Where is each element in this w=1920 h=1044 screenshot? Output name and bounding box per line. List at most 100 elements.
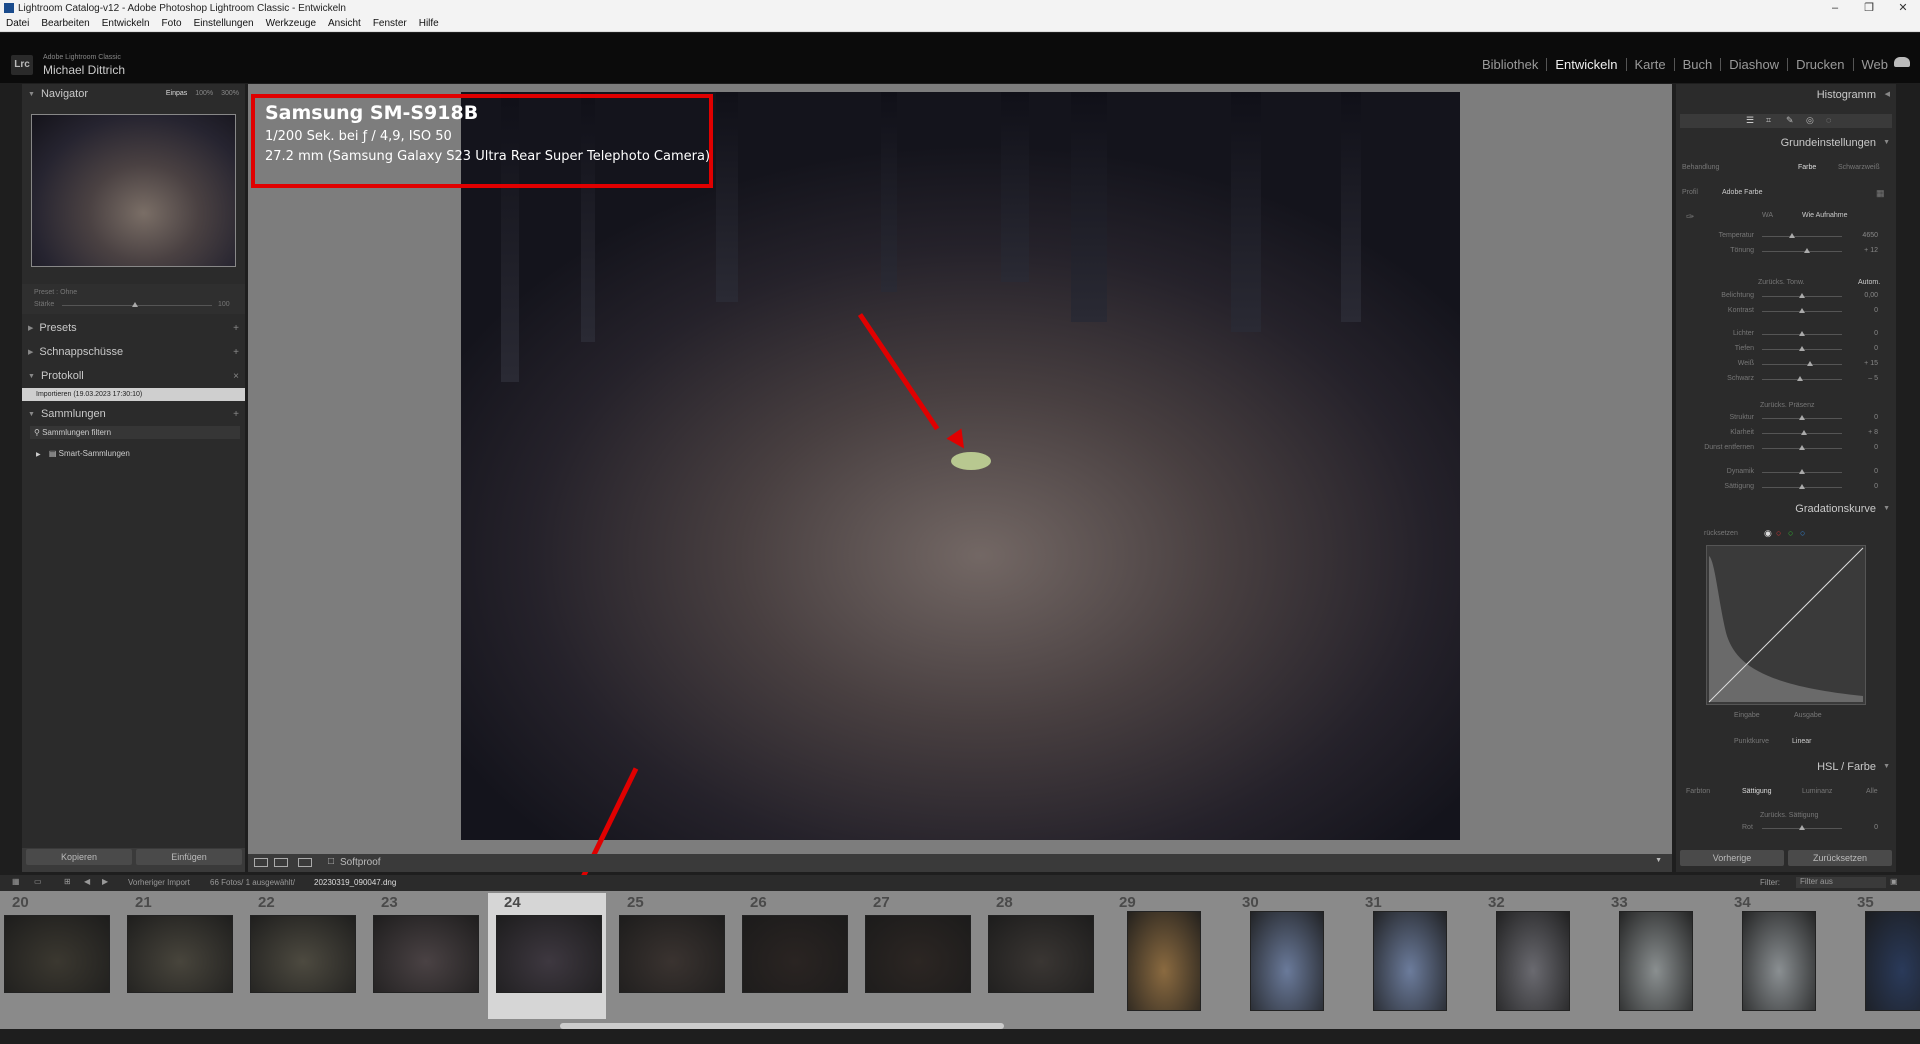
slider-knob[interactable] (1799, 346, 1805, 351)
zoom-300[interactable]: 300% (221, 90, 239, 97)
filter-select[interactable]: Filter aus (1796, 877, 1886, 888)
presence-reset[interactable]: Zurücks. Präsenz (1760, 402, 1814, 409)
filmstrip-thumbnail[interactable] (619, 915, 725, 993)
softproof-checkbox[interactable]: □ (328, 856, 334, 867)
curve-line[interactable] (1708, 547, 1864, 703)
module-bibliothek[interactable]: Bibliothek (1474, 58, 1548, 71)
module-entwickeln[interactable]: Entwickeln (1547, 58, 1627, 71)
module-web[interactable]: Web (1854, 58, 1897, 71)
back-arrow-icon[interactable]: ◀ (84, 877, 90, 886)
hsl-tab-luminance[interactable]: Luminanz (1802, 788, 1832, 795)
reset-button[interactable]: Zurücksetzen (1788, 850, 1892, 866)
module-karte[interactable]: Karte (1627, 58, 1675, 71)
filmstrip-cell[interactable]: 31 (1349, 893, 1467, 1019)
wb-select[interactable]: Wie Aufnahme (1802, 212, 1848, 219)
filmstrip-cell[interactable]: 29 (1103, 893, 1221, 1019)
edit-sliders-icon[interactable]: ☰ (1746, 115, 1754, 126)
filmstrip-cell[interactable]: 22 (242, 893, 360, 1019)
curve-green-icon[interactable]: ○ (1788, 528, 1793, 538)
develop-slider[interactable] (1762, 251, 1842, 252)
history-header[interactable]: ▼ Protokoll × (22, 366, 245, 386)
slider-value[interactable]: 0 (1856, 414, 1878, 421)
collections-header[interactable]: ▼ Sammlungen + (22, 404, 245, 424)
slider-knob[interactable] (1801, 430, 1808, 435)
navigator-header[interactable]: ▼ Navigator Einpas 100% 300% (22, 84, 245, 104)
develop-slider[interactable] (1762, 364, 1842, 365)
filmstrip-source[interactable]: Vorheriger Import (128, 878, 190, 887)
eyedropper-icon[interactable]: ✑ (1686, 212, 1694, 223)
slider-knob[interactable] (1789, 233, 1796, 238)
filmstrip-thumbnail[interactable] (1373, 911, 1447, 1011)
hsl-tab-saturation[interactable]: Sättigung (1742, 788, 1772, 795)
menu-bearbeiten[interactable]: Bearbeiten (35, 18, 95, 29)
slider-knob[interactable] (1799, 445, 1805, 450)
loupe-view-icon[interactable] (254, 858, 268, 867)
grid-icon[interactable]: ⊞ (64, 877, 71, 886)
slider-value[interactable]: + 8 (1856, 429, 1878, 436)
filter-lock-icon[interactable]: ▣ (1890, 877, 1898, 886)
before-after-icon[interactable] (298, 858, 312, 867)
slider-value[interactable]: – 5 (1856, 375, 1878, 382)
pointcurve-select[interactable]: Linear (1792, 738, 1811, 745)
filmstrip-cell[interactable]: 25 (611, 893, 729, 1019)
menu-datei[interactable]: Datei (0, 18, 35, 29)
menu-einstellungen[interactable]: Einstellungen (188, 18, 260, 29)
history-item[interactable]: Importieren (19.03.2023 17:30:10) (22, 388, 245, 401)
filmstrip-cell[interactable]: 34 (1718, 893, 1836, 1019)
module-diashow[interactable]: Diashow (1721, 58, 1789, 71)
slider-knob[interactable] (1796, 376, 1803, 381)
menu-fenster[interactable]: Fenster (367, 18, 413, 29)
maximize-icon[interactable]: ❐ (1852, 0, 1886, 16)
filmstrip-thumbnail[interactable] (1619, 911, 1693, 1011)
tone-reset[interactable]: Zurücks. Tonw. (1758, 279, 1805, 286)
treatment-color[interactable]: Farbe (1798, 164, 1816, 171)
filmstrip-thumbnail[interactable] (742, 915, 848, 993)
menu-werkzeuge[interactable]: Werkzeuge (260, 18, 322, 29)
slider-knob[interactable] (1799, 415, 1805, 420)
histogram-header[interactable]: Histogramm ◀ (1676, 86, 1896, 104)
slider-value[interactable]: + 12 (1856, 247, 1878, 254)
collections-filter[interactable]: ⚲ Sammlungen filtern (30, 426, 240, 439)
slider-value[interactable]: 4650 (1856, 232, 1878, 239)
compare-view-icon[interactable] (274, 858, 288, 867)
slider-knob[interactable] (1807, 361, 1813, 366)
grid-view-icon[interactable]: ▦ (12, 877, 20, 886)
curve-header[interactable]: Gradationskurve ▼ (1676, 500, 1896, 518)
filmstrip-thumbnail[interactable] (1250, 911, 1324, 1011)
second-window-icon[interactable]: ▭ (34, 877, 42, 886)
clear-history-icon[interactable]: × (233, 371, 239, 382)
filmstrip-cell[interactable]: 24 (488, 893, 606, 1019)
snapshots-header[interactable]: ▶ Schnappschüsse + (22, 342, 245, 362)
forward-arrow-icon[interactable]: ▶ (102, 877, 108, 886)
hsl-reset[interactable]: Zurücks. Sättigung (1760, 812, 1818, 819)
slider-value[interactable]: 0 (1856, 468, 1878, 475)
close-icon[interactable]: ✕ (1886, 0, 1920, 16)
filmstrip-cell[interactable]: 26 (734, 893, 852, 1019)
slider-value[interactable]: 0 (1856, 444, 1878, 451)
filmstrip-cell[interactable]: 33 (1595, 893, 1713, 1019)
hsl-header[interactable]: HSL / Farbe ▼ (1676, 758, 1896, 776)
filmstrip-thumbnail[interactable] (496, 915, 602, 993)
hsl-tab-hue[interactable]: Farbton (1686, 788, 1710, 795)
add-collection-icon[interactable]: + (233, 409, 239, 420)
filmstrip-cell[interactable]: 30 (1226, 893, 1344, 1019)
profile-select[interactable]: Adobe Farbe (1722, 189, 1762, 196)
slider-knob[interactable] (1803, 248, 1810, 253)
slider-knob[interactable] (1799, 293, 1805, 298)
filmstrip-cell[interactable]: 28 (980, 893, 1098, 1019)
strength-slider-knob[interactable] (132, 302, 138, 307)
filmstrip-thumbnail[interactable] (1127, 911, 1201, 1011)
slider-knob[interactable] (1799, 484, 1805, 489)
treatment-bw[interactable]: Schwarzweiß (1838, 164, 1880, 171)
module-drucken[interactable]: Drucken (1788, 58, 1854, 71)
minimize-icon[interactable]: – (1818, 0, 1852, 16)
filmstrip-cell[interactable]: 20 (0, 893, 114, 1019)
crop-icon[interactable]: ⌗ (1766, 115, 1771, 126)
slider-value[interactable]: 0 (1856, 307, 1878, 314)
zoom-fit[interactable]: Einpas (166, 90, 187, 97)
slider-value[interactable]: 0 (1856, 483, 1878, 490)
filmstrip-cell[interactable]: 21 (119, 893, 237, 1019)
cloud-icon[interactable] (1894, 57, 1910, 67)
filmstrip-thumbnail[interactable] (373, 915, 479, 993)
hsl-tab-all[interactable]: Alle (1866, 788, 1878, 795)
